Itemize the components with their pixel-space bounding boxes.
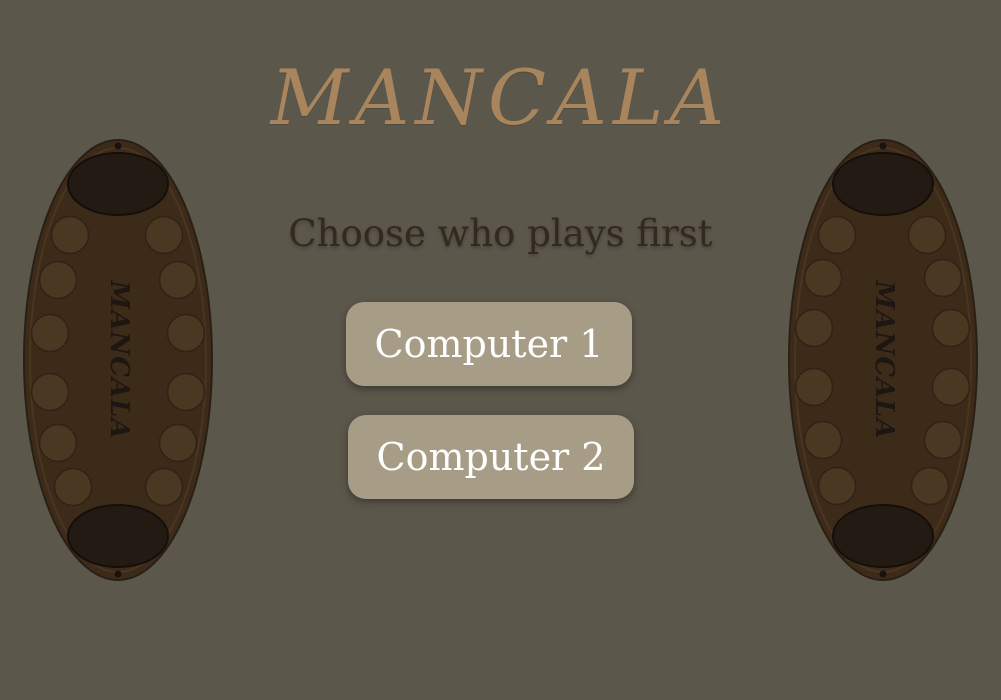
computer-2-button[interactable]: Computer 2	[348, 415, 634, 499]
pit	[158, 423, 198, 463]
store-top	[67, 152, 169, 216]
pit	[30, 313, 70, 353]
pit	[803, 258, 843, 298]
store-top	[832, 152, 934, 216]
store-bottom	[832, 504, 934, 568]
pit	[166, 372, 206, 412]
pit	[166, 313, 206, 353]
pit	[803, 420, 843, 460]
computer-1-button[interactable]: Computer 1	[346, 302, 632, 386]
pit	[53, 467, 93, 507]
pit	[794, 367, 834, 407]
board-label: MANCALA	[869, 279, 899, 439]
pit	[144, 215, 184, 255]
mancala-board-right: MANCALA	[787, 138, 979, 582]
pit	[907, 215, 947, 255]
pit	[931, 367, 971, 407]
pit	[923, 258, 963, 298]
mancala-board-right-graphic: MANCALA	[788, 139, 978, 581]
pit	[817, 215, 857, 255]
pit	[50, 215, 90, 255]
pit	[910, 466, 950, 506]
pit	[144, 467, 184, 507]
start-screen: MANCALA Choose who plays first Computer …	[0, 0, 1001, 700]
store-bottom	[67, 504, 169, 568]
pit	[794, 308, 834, 348]
pit	[817, 466, 857, 506]
pit	[931, 308, 971, 348]
board-label: MANCALA	[104, 279, 134, 439]
mancala-board-left: MANCALA	[22, 138, 214, 582]
pit	[158, 260, 198, 300]
pit	[923, 420, 963, 460]
game-title: MANCALA	[270, 53, 731, 142]
pit	[30, 372, 70, 412]
mancala-board-left-graphic: MANCALA	[23, 139, 213, 581]
pit	[38, 423, 78, 463]
pit	[38, 260, 78, 300]
